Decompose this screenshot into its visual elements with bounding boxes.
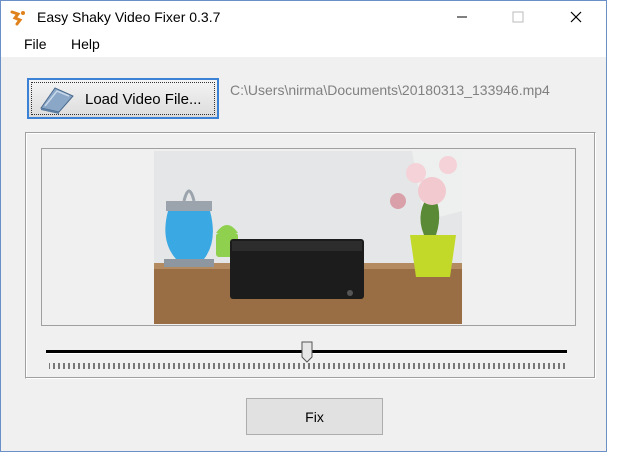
menu-file[interactable]: File (24, 36, 47, 52)
slider-ticks (49, 363, 565, 369)
maximize-icon (512, 11, 524, 23)
window-title: Easy Shaky Video Fixer 0.3.7 (37, 9, 221, 25)
app-window: Easy Shaky Video Fixer 0.3.7 File Help L… (0, 0, 607, 452)
fix-button[interactable]: Fix (246, 398, 383, 435)
close-icon (570, 11, 582, 23)
load-video-label: Load Video File... (85, 91, 202, 108)
load-video-button[interactable]: Load Video File... (27, 78, 219, 119)
minimize-button[interactable] (439, 1, 485, 33)
menu-bar: File Help (1, 33, 606, 57)
close-button[interactable] (553, 1, 599, 33)
title-bar: Easy Shaky Video Fixer 0.3.7 (1, 1, 606, 33)
maximize-button[interactable] (495, 1, 541, 33)
open-file-icon (40, 87, 74, 114)
timeline-slider-thumb[interactable] (301, 341, 313, 363)
minimize-icon (457, 16, 467, 18)
file-path-label: C:\Users\nirma\Documents\20180313_133946… (230, 82, 550, 98)
speaker (230, 239, 364, 299)
menu-help[interactable]: Help (71, 36, 100, 52)
video-preview (154, 151, 462, 324)
app-logo-icon (10, 10, 25, 26)
